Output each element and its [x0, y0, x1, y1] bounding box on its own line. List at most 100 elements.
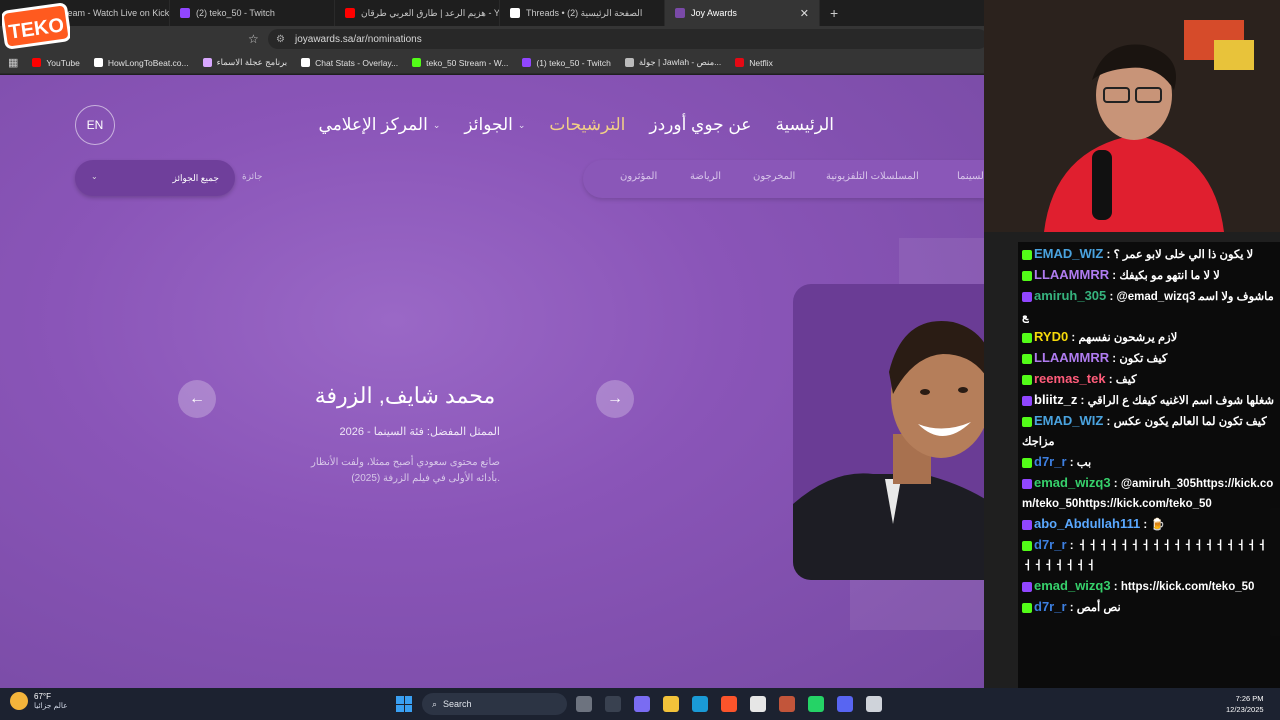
chat-message: EMAD_WIZ : لا يكون ذا الي خلى لابو عمر ؟	[1022, 244, 1276, 265]
chat-text: https://kick.com/teko_50	[1120, 581, 1255, 593]
nav-media-center[interactable]: المركز الإعلامي ⌄	[319, 115, 441, 135]
kick-badge-icon	[1022, 602, 1032, 613]
chat-message: emad_wizq3 : https://kick.com/teko_50	[1022, 576, 1276, 597]
chat-text: لازم يرشحون نفسهم	[1078, 332, 1178, 344]
chat-text: كيف	[1115, 374, 1137, 386]
nominee-category: الممثل المفضل: فئة السينما - 2026	[339, 426, 500, 438]
tab-influencers[interactable]: المؤثرون	[620, 171, 657, 182]
bookmark-kick[interactable]: teko_50 Stream - W...	[412, 58, 508, 68]
search-placeholder: Search	[443, 699, 472, 709]
bookmark-chat-stats[interactable]: Chat Stats - Overlay...	[301, 58, 398, 68]
copilot-icon[interactable]	[605, 696, 621, 712]
store-icon[interactable]	[750, 696, 766, 712]
award-filter-select[interactable]: ⌄ جميع الجوائز	[75, 160, 235, 196]
chat-message: EMAD_WIZ : كيف تكون لما العالم يكون عكس …	[1022, 413, 1267, 448]
twitch-badge-icon	[1022, 581, 1032, 592]
chat-username: LLAAMMRR	[1034, 350, 1110, 365]
twitch-icon	[522, 58, 532, 67]
app-icon[interactable]	[779, 696, 795, 712]
chat-text: بب	[1076, 457, 1092, 469]
chevron-down-icon: ⌄	[517, 119, 526, 130]
weather-widget[interactable]: 67°F عالم جزائيا	[10, 692, 68, 710]
chat-username: LLAAMMRR	[1034, 267, 1110, 282]
nav-awards[interactable]: الجوائز ⌄	[464, 115, 525, 135]
system-clock[interactable]: 7:26 PM 12/23/2025	[1226, 693, 1264, 715]
bookmark-howlongtobeat[interactable]: HowLongToBeat.co...	[93, 58, 189, 68]
app-icon[interactable]	[634, 696, 650, 712]
tab-joy-awards[interactable]: Joy Awards ✕	[665, 0, 820, 26]
bookmark-label: Netflix	[749, 57, 773, 68]
main-nav: الرئيسية عن جوي أوردز الترشيحات الجوائز ⌄…	[319, 115, 834, 135]
bookmark-twitch[interactable]: (1) teko_50 - Twitch	[522, 58, 611, 68]
chat-message: RYD0 : لازم يرشحون نفسهم	[1022, 327, 1276, 348]
tab-sports[interactable]: الرياضة	[690, 171, 721, 182]
twitch-badge-icon	[1022, 519, 1032, 530]
discord-icon[interactable]	[837, 696, 853, 712]
nav-about[interactable]: عن جوي أوردز	[649, 115, 751, 135]
chat-message: d7r_r : نص أمص	[1022, 597, 1276, 618]
app-icon[interactable]	[866, 696, 882, 712]
windows-start-icon[interactable]	[396, 696, 412, 712]
nav-label: الترشيحات	[549, 115, 626, 134]
weather-icon	[10, 692, 28, 710]
chevron-down-icon: ⌄	[91, 172, 98, 181]
site-settings-icon[interactable]: ⚙	[276, 34, 285, 45]
nominee-portrait-image	[793, 321, 984, 580]
chat-text: كيف تكون	[1119, 353, 1168, 365]
new-tab-button[interactable]: +	[820, 5, 848, 21]
chat-text: لا لا ما انتهو مو بكيفك	[1119, 270, 1220, 282]
chat-username: emad_wizq3	[1034, 475, 1111, 490]
nav-nominations[interactable]: الترشيحات	[549, 115, 625, 135]
chat-message: amiruh_305 : @emad_wizq3 ماشوف ولا اسمع	[1022, 288, 1274, 323]
nav-home[interactable]: الرئيسية	[775, 115, 834, 135]
award-filter-value: جميع الجوائز	[172, 172, 219, 183]
bookmark-label: جولة | Jawlah - منص...	[638, 57, 722, 67]
next-nominee-button[interactable]: →	[596, 380, 634, 418]
chat-message: LLAAMMRR : لا لا ما انتهو مو بكيفك	[1022, 265, 1276, 286]
bookmark-label: (1) teko_50 - Twitch	[536, 57, 611, 68]
apps-grid-icon[interactable]: ▦	[8, 56, 18, 69]
clock-date: 12/23/2025	[1226, 705, 1264, 714]
search-icon: ⌕	[432, 698, 438, 709]
tab-twitch[interactable]: (2) teko_50 - Twitch	[170, 0, 335, 26]
chat-username: d7r_r	[1034, 454, 1067, 469]
tab-cinema[interactable]: السينما	[957, 171, 984, 182]
tab-youtube[interactable]: هزيم الرعد | طارق العربي طرقان - YouTube	[335, 0, 500, 26]
twitch-badge-icon	[1022, 395, 1032, 406]
kick-badge-icon	[1022, 374, 1032, 385]
bookmark-wheel[interactable]: برنامج عجلة الاسماء	[202, 57, 287, 68]
clock-time: 7:26 PM	[1235, 694, 1264, 703]
bookmark-jawlah[interactable]: جولة | Jawlah - منص...	[624, 57, 722, 68]
chat-message: bliitz_z : شغلها شوف اسم الاغنيه كيفك ع …	[1022, 390, 1276, 411]
bookmark-youtube[interactable]: YouTube	[32, 58, 80, 68]
task-view-icon[interactable]	[576, 696, 592, 712]
tab-directors[interactable]: المخرجون	[753, 171, 795, 182]
prev-nominee-button[interactable]: ←	[178, 380, 216, 418]
file-explorer-icon[interactable]	[663, 696, 679, 712]
jawlah-icon	[624, 58, 634, 67]
chat-text: لا يكون ذا الي خلى لابو عمر ؟	[1113, 249, 1254, 261]
kick-badge-icon	[1022, 457, 1032, 468]
url-text: joyawards.sa/ar/nominations	[294, 33, 422, 45]
chat-text: شغلها شوف اسم الاغنيه كيفك ع الراقي	[1087, 395, 1275, 407]
language-toggle-button[interactable]: EN	[75, 105, 115, 145]
edge-icon[interactable]	[692, 696, 708, 712]
nominee-description: صانع محتوى سعودي أصبح ممثلا، ولفت الأنظا…	[311, 457, 500, 484]
netflix-icon	[735, 58, 745, 67]
bookmark-netflix[interactable]: Netflix	[735, 58, 773, 68]
arrow-right-icon: →	[607, 390, 623, 407]
youtube-icon	[32, 58, 42, 67]
bookmark-icon[interactable]: ☆	[248, 32, 259, 46]
tab-tv-series[interactable]: المسلسلات التلفزيونية	[826, 171, 919, 182]
chat-text: 🍺	[1150, 519, 1165, 531]
whatsapp-icon[interactable]	[808, 696, 824, 712]
tab-threads[interactable]: Threads • (2) الصفحة الرئيسية	[500, 0, 665, 26]
taskbar-search-input[interactable]: ⌕ Search	[422, 693, 567, 715]
url-field[interactable]: ⚙ joyawards.sa/ar/nominations	[268, 29, 988, 49]
kick-badge-icon	[1022, 270, 1032, 281]
nav-label: الجوائز	[464, 115, 513, 134]
close-tab-icon[interactable]: ✕	[790, 7, 809, 20]
nav-label: الرئيسية	[775, 115, 834, 134]
brave-icon[interactable]	[721, 696, 737, 712]
chat-text: نص أمص	[1076, 602, 1121, 614]
